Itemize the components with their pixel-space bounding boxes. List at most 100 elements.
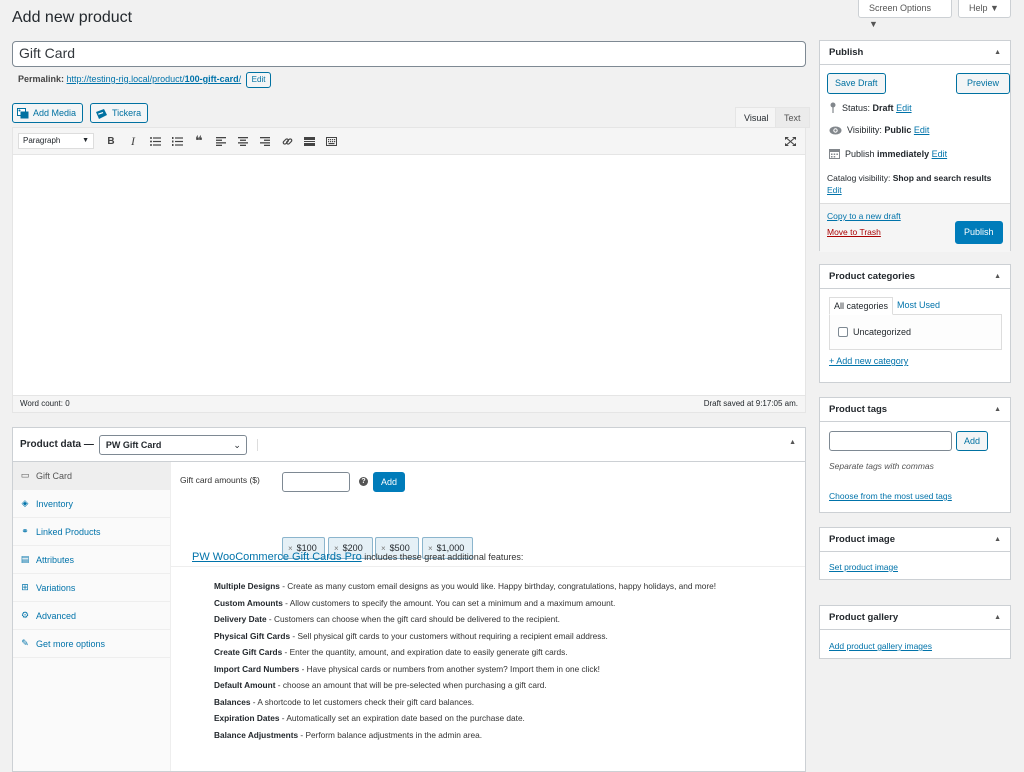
bullet-list-icon[interactable] [144,131,166,151]
category-checkbox[interactable] [838,327,848,337]
tab-text[interactable]: Text [775,107,810,128]
preview-button[interactable]: Preview [956,73,1011,94]
visibility-edit-link[interactable]: Edit [914,125,930,135]
collapse-arrow-icon[interactable]: ▲ [994,398,1001,421]
read-more-icon[interactable] [298,131,320,151]
tab-visual[interactable]: Visual [735,107,778,128]
collapse-arrow-icon[interactable]: ▲ [994,41,1001,64]
add-gallery-images-link[interactable]: Add product gallery images [829,641,932,651]
permalink-url[interactable]: http://testing-rig.local/product/100-gif… [67,74,242,84]
product-categories-box: Product categories ▲ All categories Most … [819,264,1011,383]
pd-tab-inventory[interactable]: ◈ Inventory [13,490,170,518]
content-editor[interactable]: Paragraph ▼ B I ❝ Word count: 0 Draft sa… [12,127,806,413]
align-right-icon[interactable] [254,131,276,151]
gift-card-amounts-label: Gift card amounts ($) [180,475,260,485]
divider [171,566,805,567]
publish-button[interactable]: Publish [955,221,1003,244]
numbered-list-icon[interactable] [166,131,188,151]
collapse-arrow-icon[interactable]: ▲ [994,606,1001,629]
product-data-tabs: ▭ Gift Card ◈ Inventory ⚭ Linked Products ▤… [13,462,171,771]
tag-hint: Separate tags with commas [829,461,934,471]
gear-icon: ⚙ [20,610,30,620]
word-count: Word count: 0 [20,399,70,408]
pd-tab-linked-products[interactable]: ⚭ Linked Products [13,518,170,546]
draft-saved-status: Draft saved at 9:17:05 am. [703,399,798,408]
chevron-down-icon: ▼ [82,137,89,144]
pin-icon [829,102,837,114]
add-amount-button[interactable]: Add [373,472,406,492]
inventory-icon: ◈ [21,498,29,508]
save-draft-button[interactable]: Save Draft [827,73,886,94]
page-title: Add new product [12,9,133,26]
pd-tab-variations[interactable]: ⊞ Variations [13,574,170,602]
help-tab[interactable]: Help ▼ [958,0,1011,18]
pro-features: PW WooCommerce Gift Cards Pro includes t… [192,551,716,740]
add-media-button[interactable]: Add Media [12,103,84,123]
collapse-arrow-icon[interactable]: ▲ [994,265,1001,288]
format-select[interactable]: Paragraph ▼ [18,133,94,149]
collapse-arrow-icon[interactable]: ▲ [994,528,1001,551]
catalog-visibility-edit-link[interactable]: Edit [827,185,842,195]
feature-item: Expiration Dates - Automatically set an … [214,713,525,723]
move-to-trash-link[interactable]: Move to Trash [827,227,881,237]
feature-item: Delivery Date - Customers can choose whe… [214,614,560,624]
product-categories-title: Product categories ▲ [820,265,1010,289]
plugin-icon: ✎ [21,638,29,648]
add-new-category-link[interactable]: + Add new category [829,356,908,366]
italic-icon[interactable]: I [122,131,144,151]
blockquote-icon[interactable]: ❝ [188,131,210,151]
fullscreen-icon[interactable] [779,131,801,151]
calendar-icon [829,148,840,160]
copy-to-draft-link[interactable]: Copy to a new draft [827,211,901,221]
pd-tab-advanced[interactable]: ⚙ Advanced [13,602,170,630]
feature-item: Balances - A shortcode to let customers … [214,696,475,707]
feature-item: Import Card Numbers - Have physical card… [214,663,600,674]
tab-all-categories[interactable]: All categories [829,297,894,315]
attributes-icon: ▤ [20,554,30,564]
align-left-icon[interactable] [210,131,232,151]
product-data-box: Product data — PW Gift Card ⌄ ▲ ▭ Gift Ca… [12,427,806,772]
product-type-select[interactable]: PW Gift Card ⌄ [98,434,247,455]
gift-card-amount-input[interactable] [282,472,350,492]
gift-card-panel: Gift card amounts ($) ? Add × $100 × $200 … [171,462,805,771]
product-gallery-box: Product gallery ▲ Add product gallery ima… [819,605,1011,659]
publish-date-edit-link[interactable]: Edit [932,149,948,159]
choose-most-used-tags-link[interactable]: Choose from the most used tags [829,491,952,501]
feature-list: Multiple Designs - Create as many custom… [214,581,764,746]
pro-link[interactable]: PW WooCommerce Gift Cards Pro [192,551,362,563]
screen-options-tab[interactable]: Screen Options ▼ [858,0,952,29]
visibility-row: Visibility: Public Edit [829,125,929,135]
feature-item: Physical Gift Cards - Sell physical gift… [214,630,608,641]
feature-item: Default Amount - choose an amount that w… [214,680,547,690]
collapse-arrow-icon[interactable]: ▲ [789,439,796,446]
link-icon: ⚭ [21,526,29,536]
status-edit-link[interactable]: Edit [896,103,912,113]
pd-tab-get-more-options[interactable]: ✎ Get more options [13,630,170,658]
pd-tab-gift-card[interactable]: ▭ Gift Card [13,462,170,490]
catalog-visibility: Catalog visibility: Shop and search resu… [827,173,992,195]
add-media-label: Add Media [33,108,77,118]
align-center-icon[interactable] [232,131,254,151]
product-data-label: Product data — [20,439,94,450]
product-gallery-title: Product gallery ▲ [820,606,1010,630]
feature-item: Create Gift Cards - Enter the quantity, … [214,647,568,657]
editor-status-bar: Word count: 0 Draft saved at 9:17:05 am. [13,395,805,412]
tab-most-used[interactable]: Most Used [893,297,944,315]
category-list: Uncategorized [829,314,1002,350]
pd-tab-attributes[interactable]: ▤ Attributes [13,546,170,574]
product-tags-title: Product tags ▲ [820,398,1010,422]
toolbar-toggle-icon[interactable] [320,131,342,151]
product-title-input[interactable]: Gift Card [12,41,806,67]
link-icon[interactable] [276,131,298,151]
publish-actions: Copy to a new draft Move to Trash Publis… [820,203,1010,252]
bold-icon[interactable]: B [100,131,122,151]
add-tag-button[interactable]: Add [956,431,989,451]
media-icon [17,104,30,122]
divider [256,438,258,451]
tickera-button[interactable]: Tickera [90,103,149,123]
feature-item: Custom Amounts - Allow customers to spec… [214,597,616,608]
tag-input[interactable] [829,431,952,451]
permalink-edit-button[interactable]: Edit [245,72,272,88]
permalink-label: Permalink: [18,74,65,84]
set-product-image-link[interactable]: Set product image [829,562,898,572]
